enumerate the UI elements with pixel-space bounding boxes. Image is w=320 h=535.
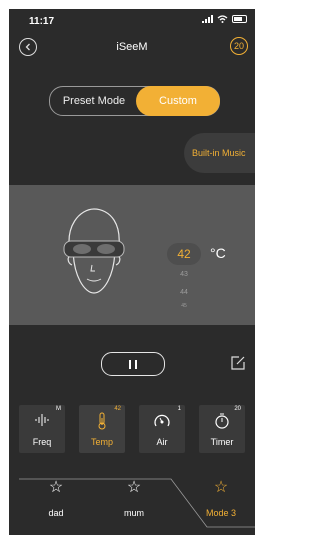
timer-control[interactable]: 20 Timer bbox=[199, 405, 245, 453]
waveform-icon bbox=[35, 414, 49, 426]
status-icons bbox=[202, 15, 247, 23]
profiles-bar: ☆ dad ☆ mum ☆ Mode 3 bbox=[19, 474, 255, 528]
freq-label: Freq bbox=[32, 437, 52, 447]
page-title: iSeeM bbox=[116, 41, 148, 53]
status-time: 11:17 bbox=[29, 16, 55, 27]
stopwatch-icon bbox=[215, 413, 229, 429]
temp-control[interactable]: 42 Temp bbox=[79, 405, 125, 453]
air-pressure-icon bbox=[154, 414, 170, 427]
star-icon: ☆ bbox=[126, 479, 142, 496]
builtin-music-label: Built-in Music bbox=[192, 148, 246, 158]
freq-control[interactable]: M Freq bbox=[19, 405, 65, 453]
air-label: Air bbox=[156, 437, 168, 447]
signal-icon bbox=[202, 15, 213, 23]
star-icon: ☆ bbox=[213, 479, 229, 496]
profile-dad[interactable]: ☆ dad bbox=[21, 474, 91, 528]
temperature-option: 44 bbox=[180, 289, 188, 296]
edit-icon[interactable] bbox=[230, 355, 246, 371]
star-icon: ☆ bbox=[48, 479, 64, 496]
mode-toggle: Preset Mode Custom bbox=[49, 86, 220, 116]
profile-mode-3[interactable]: ☆ Mode 3 bbox=[186, 474, 255, 528]
pause-button[interactable] bbox=[101, 352, 165, 376]
air-control[interactable]: 1 Air bbox=[139, 405, 185, 453]
profile-mum[interactable]: ☆ mum bbox=[99, 474, 169, 528]
temp-label: Temp bbox=[90, 437, 113, 447]
temperature-unit: °C bbox=[210, 245, 226, 261]
pause-icon bbox=[129, 359, 131, 369]
temperature-option: 45 bbox=[181, 303, 187, 309]
profile-label: mum bbox=[124, 508, 144, 518]
temperature-option: 43 bbox=[180, 271, 188, 278]
battery-icon bbox=[232, 15, 247, 23]
thermometer-icon bbox=[98, 412, 106, 430]
preset-mode-button[interactable]: Preset Mode bbox=[50, 87, 138, 115]
wifi-icon bbox=[217, 15, 228, 23]
builtin-music-button[interactable]: Built-in Music bbox=[184, 133, 255, 173]
temperature-current: 42 bbox=[167, 243, 201, 265]
profile-label: Mode 3 bbox=[205, 508, 237, 518]
app-screen: 11:17 iSeeM 20 Preset Mode Custom Built-… bbox=[9, 9, 255, 535]
profile-label: dad bbox=[48, 508, 64, 518]
timer-badge[interactable]: 20 bbox=[230, 37, 248, 55]
timer-label: Timer bbox=[210, 437, 234, 447]
custom-mode-button[interactable]: Custom bbox=[136, 86, 220, 116]
device-panel: 42 43 44 45 °C bbox=[9, 185, 255, 325]
face-with-mask-icon bbox=[63, 208, 125, 294]
